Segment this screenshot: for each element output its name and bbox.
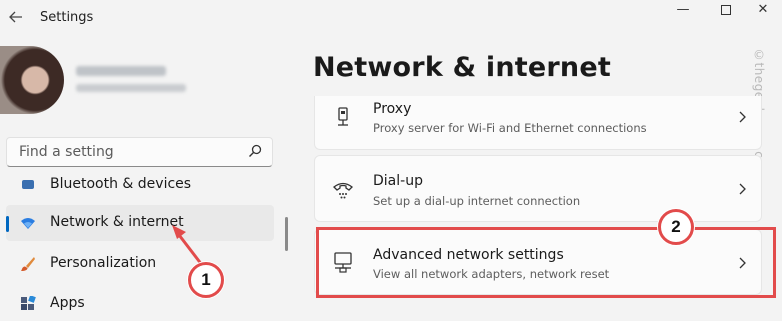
sidebar-item-label: Apps [50, 295, 85, 311]
app-title: Settings [40, 10, 94, 25]
wifi-icon [21, 218, 35, 229]
step-badge-2: 2 [658, 209, 694, 245]
sidebar-item-label: Personalization [50, 255, 157, 271]
chevron-right-icon [739, 111, 746, 123]
dialup-icon [333, 182, 353, 199]
close-button[interactable]: ✕ [740, 0, 782, 22]
sidebar-item-label: Bluetooth & devices [50, 176, 192, 192]
step-badge-1: 1 [188, 262, 224, 298]
minimize-button[interactable]: — [660, 0, 706, 22]
avatar[interactable] [0, 46, 64, 114]
card-description: Set up a dial-up internet connection [373, 194, 581, 208]
proxy-icon [338, 107, 348, 126]
card-description: Proxy server for Wi-Fi and Ethernet conn… [373, 121, 647, 135]
chevron-right-icon [739, 183, 746, 195]
back-arrow-icon[interactable] [8, 9, 24, 25]
sidebar-item-apps[interactable]: Apps [6, 286, 274, 321]
title-bar: Settings — ✕ [0, 0, 782, 40]
search-icon [249, 144, 262, 157]
sidebar-item-network[interactable]: Network & internet [6, 205, 274, 241]
search-placeholder: Find a setting [19, 144, 114, 160]
highlight-box [316, 227, 776, 298]
bluetooth-icon [22, 180, 34, 189]
user-email-blurred [76, 84, 186, 92]
card-title: Proxy [373, 101, 412, 117]
sidebar-item-bluetooth[interactable]: Bluetooth & devices [6, 176, 274, 203]
apps-icon [21, 296, 36, 310]
sidebar-nav: Bluetooth & devices Network & internet P… [0, 176, 282, 321]
sidebar-scrollbar[interactable] [285, 217, 288, 251]
maximize-icon [721, 4, 731, 15]
search-input[interactable]: Find a setting [6, 137, 273, 167]
dialup-card[interactable]: Dial-up Set up a dial-up internet connec… [314, 155, 762, 222]
sidebar-item-personalization[interactable]: Personalization [6, 246, 274, 282]
brush-icon [21, 257, 35, 271]
card-title: Dial-up [373, 173, 423, 189]
user-name-blurred [76, 66, 166, 76]
proxy-card[interactable]: Proxy Proxy server for Wi-Fi and Etherne… [314, 96, 762, 150]
page-title: Network & internet [313, 52, 611, 83]
